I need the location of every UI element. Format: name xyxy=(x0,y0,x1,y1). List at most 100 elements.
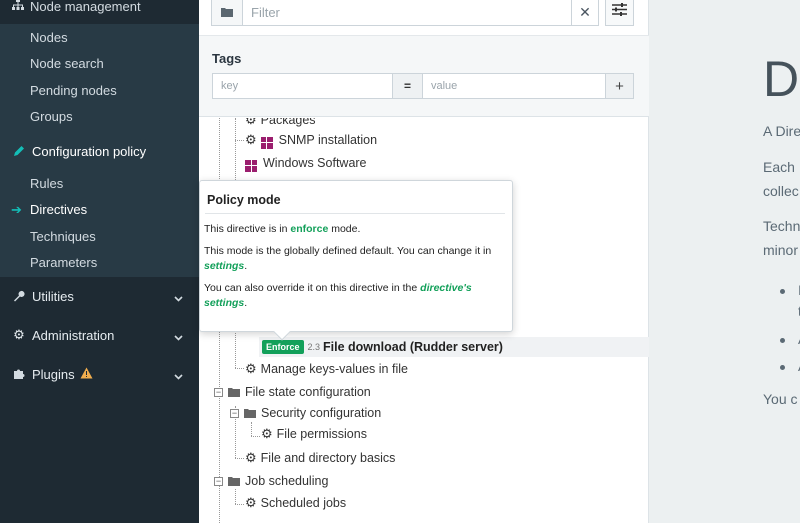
sidebar-item-label: Parameters xyxy=(30,255,98,271)
tree-node-label: SNMP installation xyxy=(278,133,378,147)
sidebar-item-groups[interactable]: Groups xyxy=(0,104,199,131)
popover-text: mode. xyxy=(328,223,361,235)
popover-text: You can also override it on this directi… xyxy=(204,281,421,294)
nav-node-management[interactable]: Node management xyxy=(0,0,199,20)
arrow-right-icon: ➔ xyxy=(11,201,22,217)
nav-configuration-policy[interactable]: Configuration policy xyxy=(0,132,199,170)
tag-key-input[interactable]: key xyxy=(212,73,393,99)
directives-intro: D A Dire Each collec Techn minor I t A A… xyxy=(650,0,800,523)
tree-node-snmp[interactable]: ⚙ SNMP installation xyxy=(245,130,377,150)
nav-configuration-policy-label: Configuration policy xyxy=(32,143,147,159)
popover-body: This directive is in enforce mode. This … xyxy=(204,222,504,318)
folder-icon[interactable] xyxy=(212,0,243,25)
bullet-dot xyxy=(780,338,785,343)
windows-icon xyxy=(245,154,259,172)
settings-link[interactable]: settings xyxy=(204,260,244,272)
intro-text: Techn xyxy=(763,218,800,234)
sidebar-item-parameters[interactable]: Parameters xyxy=(0,250,199,277)
wrench-icon xyxy=(10,290,28,302)
folder-icon xyxy=(228,385,240,400)
gear-icon: ⚙ xyxy=(245,118,257,127)
gear-icon: ⚙ xyxy=(261,426,273,441)
intro-text: Each xyxy=(763,159,795,175)
tree-guide xyxy=(235,489,236,504)
sidebar-item-label: Rules xyxy=(30,175,64,191)
popover-line: You can also override it on this directi… xyxy=(204,281,504,312)
folder-icon xyxy=(244,406,256,421)
tree-guide xyxy=(235,458,244,459)
sidebar-item-directives[interactable]: ➔ Directives xyxy=(0,197,199,224)
gear-icon: ⚙ xyxy=(245,495,257,510)
filter-bar: ✕ xyxy=(211,0,599,26)
policy-mode-popover: Policy mode This directive is in enforce… xyxy=(199,180,513,341)
bullet-dot xyxy=(780,365,785,370)
windows-icon xyxy=(260,131,275,149)
tree-node-manage-kv[interactable]: ⚙ Manage keys-values in file xyxy=(245,359,408,379)
nav-plugins[interactable]: Plugins xyxy=(0,355,199,393)
collapse-icon[interactable]: − xyxy=(214,477,223,486)
sitemap-icon xyxy=(12,0,24,14)
gear-icon: ⚙ xyxy=(13,327,25,342)
tree-guide xyxy=(251,436,260,437)
intro-text: A Dire xyxy=(763,123,800,139)
sidebar-item-pending-nodes[interactable]: Pending nodes xyxy=(0,77,199,104)
popover-text: This mode is the globally defined defaul… xyxy=(204,244,492,257)
collapse-icon[interactable]: − xyxy=(214,388,223,397)
warning-icon xyxy=(80,367,93,382)
sidebar-item-label: Node search xyxy=(30,56,104,72)
tree-node-file-dir-basics[interactable]: ⚙ File and directory basics xyxy=(245,448,395,468)
tree-node-label: File download (Rudder server) xyxy=(323,340,503,354)
nav-utilities-label: Utilities xyxy=(32,288,74,304)
sliders-icon xyxy=(612,3,627,21)
gear-icon: ⚙ xyxy=(245,450,257,465)
nav-plugins-label: Plugins xyxy=(32,366,75,382)
sidebar-item-nodes[interactable]: Nodes xyxy=(0,24,199,51)
tree-node-label: File and directory basics xyxy=(260,451,396,465)
chevron-down-icon xyxy=(174,329,183,344)
intro-text: collec xyxy=(763,183,799,199)
sidebar: Node management Nodes Node search Pendin… xyxy=(0,0,199,523)
filter-input[interactable] xyxy=(243,0,571,25)
tree-node-scheduled-jobs[interactable]: ⚙ Scheduled jobs xyxy=(245,493,346,513)
tag-value-input[interactable]: value xyxy=(423,73,606,99)
collapse-icon[interactable]: − xyxy=(230,409,239,418)
policy-mode-badge[interactable]: Enforce xyxy=(262,340,304,354)
sidebar-item-label: Groups xyxy=(30,109,73,125)
tree-node-label: Scheduled jobs xyxy=(260,496,347,510)
tree-node-file-state[interactable]: File state configuration xyxy=(228,382,371,402)
nav-administration-label: Administration xyxy=(32,327,115,343)
sidebar-item-node-search[interactable]: Node search xyxy=(0,51,199,78)
technique-version: 2.3 xyxy=(307,342,321,352)
tree-guide xyxy=(235,140,244,141)
sidebar-item-label: Pending nodes xyxy=(30,82,117,98)
page-title: D xyxy=(763,51,800,107)
tree-node-file-permissions[interactable]: ⚙ File permissions xyxy=(261,424,367,444)
clear-filter-icon[interactable]: ✕ xyxy=(571,0,598,25)
puzzle-icon xyxy=(10,368,28,380)
folder-icon xyxy=(228,474,240,489)
tags-title: Tags xyxy=(212,51,242,66)
add-tag-button[interactable]: + xyxy=(606,73,634,99)
sidebar-item-rules[interactable]: Rules xyxy=(0,170,199,197)
tree-node-security-config[interactable]: Security configuration xyxy=(244,403,381,423)
nav-node-management-label: Node management xyxy=(30,0,141,14)
tree-node-file-download[interactable]: Enforce 2.3 File download (Rudder server… xyxy=(262,337,503,357)
sidebar-item-label: Nodes xyxy=(30,29,68,45)
nav-administration[interactable]: ⚙ Administration xyxy=(0,316,199,354)
nav-utilities[interactable]: Utilities xyxy=(0,277,199,315)
tree-guide xyxy=(235,368,244,369)
popover-line: This mode is the globally defined defaul… xyxy=(204,244,504,275)
node-submenu: Nodes Node search Pending nodes Groups xyxy=(0,24,199,132)
bullet-dot xyxy=(780,289,785,294)
popover-title: Policy mode xyxy=(207,193,281,207)
tree-node-packages[interactable]: ⚙ Packages xyxy=(245,118,316,130)
tree-node-windows-software[interactable]: Windows Software xyxy=(245,153,367,173)
tree-node-job-scheduling[interactable]: Job scheduling xyxy=(228,471,328,491)
chevron-down-icon xyxy=(174,368,183,383)
tree-settings-button[interactable] xyxy=(605,0,634,26)
pencil-icon xyxy=(10,145,28,157)
tag-equals: = xyxy=(393,73,423,99)
sidebar-item-techniques[interactable]: Techniques xyxy=(0,223,199,250)
tree-guide xyxy=(235,504,244,505)
tree-node-label: Windows Software xyxy=(263,156,367,170)
